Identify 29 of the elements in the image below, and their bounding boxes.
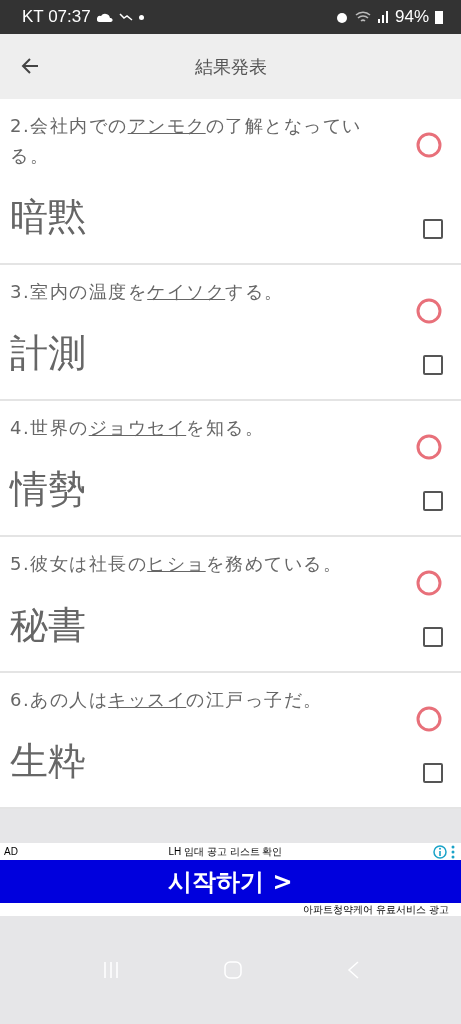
checkbox[interactable] [423, 627, 443, 647]
question-sentence: 3.室内の温度をケイソクする。 [10, 280, 285, 304]
answer-kanji: 暗黙 [10, 194, 86, 241]
info-icon[interactable] [433, 844, 457, 859]
battery-level: 94% [394, 7, 429, 27]
checkbox[interactable] [423, 763, 443, 783]
question-sentence: 5.彼女は社長の ヒショ を務めている。 [10, 552, 344, 576]
ad-start-button[interactable]: 시작하기 > [0, 860, 461, 903]
cloud-icon [96, 12, 113, 22]
answer-kanji: 秘書 [10, 602, 86, 649]
status-time: KT 07:37 [22, 7, 91, 27]
question-sentence: 6.あの人はキッスイの江戸っ子だ。 [10, 688, 324, 712]
checkbox[interactable] [423, 219, 443, 239]
ad-label: AD [4, 846, 18, 857]
question-sentence: 4.世界の ジョウセイ を知る。 [10, 416, 266, 440]
ad-disclaimer: 아파트청약케어 유료서비스 광고 [302, 903, 449, 916]
answer-kanji: 情勢 [10, 466, 86, 513]
answer-kanji: 計測 [10, 330, 86, 377]
dot-icon [138, 14, 144, 20]
signal-icon [376, 11, 389, 23]
checkbox[interactable] [423, 355, 443, 375]
checkbox[interactable] [423, 491, 443, 511]
answer-kanji: 生粋 [10, 738, 86, 785]
wifi-icon [354, 11, 371, 23]
battery-icon [435, 10, 443, 24]
trend-down-icon [118, 13, 133, 21]
ad-headline: LH 임대 공고 리스트 확인 [168, 844, 283, 859]
question-sentence: 2.会社内での アンモク の了解となっている。 [10, 114, 363, 168]
screen-title: 結果発表 [194, 54, 267, 79]
